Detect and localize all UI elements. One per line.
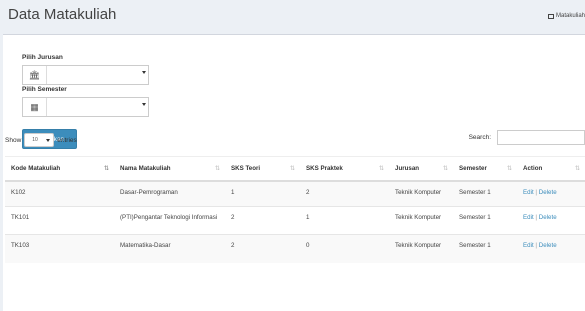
cell-jurusan: Teknik Komputer (389, 180, 453, 207)
cell-semester: Semester 1 (453, 180, 517, 207)
table-row: TK103 Matematika-Dasar 2 0 Teknik Komput… (5, 234, 585, 263)
jurusan-select[interactable]: 🏛 (22, 65, 149, 85)
matakuliah-table: Kode Matakuliah ⇅ Nama Matakuliah ⇅ SKS Te… (5, 156, 585, 263)
cell-action: Edit | Delete (517, 234, 585, 263)
edit-link[interactable]: Edit (523, 189, 534, 196)
edit-link[interactable]: Edit (523, 214, 534, 221)
delete-link[interactable]: Delete (539, 214, 557, 221)
sort-icon: ⇅ (574, 166, 580, 172)
breadcrumb[interactable]: Matakuliah (547, 13, 585, 19)
table-search: Search: (469, 130, 585, 145)
cell-sks-praktek: 2 (300, 180, 389, 207)
column-header-action[interactable]: Action ⇅ (517, 156, 585, 182)
page-title: Data Matakuliah (8, 6, 117, 23)
breadcrumb-item[interactable]: Matakuliah (556, 13, 585, 19)
column-header-jurusan[interactable]: Jurusan ⇅ (389, 156, 453, 182)
cell-kode: TK101 (5, 206, 114, 235)
page-length-select[interactable]: 10 (24, 133, 55, 147)
action-separator: | (535, 188, 538, 196)
sort-icon: ⇅ (214, 166, 220, 172)
jurusan-select-value[interactable] (47, 66, 148, 84)
action-separator: | (535, 214, 538, 221)
sort-icon: ⇅ (289, 166, 295, 172)
cell-sks-praktek: 0 (300, 234, 389, 263)
column-header-nama[interactable]: Nama Matakuliah ⇅ (114, 156, 225, 182)
search-input[interactable] (497, 130, 585, 145)
column-header-kode[interactable]: Kode Matakuliah ⇅ (5, 156, 114, 182)
delete-link[interactable]: Delete (539, 242, 557, 249)
table-length-control: Show 10 entries (5, 133, 77, 147)
semester-select[interactable]: ▦ (22, 97, 149, 117)
cell-sks-teori: 2 (225, 206, 300, 235)
cell-semester: Semester 1 (453, 234, 517, 263)
cell-semester: Semester 1 (453, 206, 517, 235)
sort-icon: ⇅ (442, 166, 448, 172)
cell-kode: K102 (5, 180, 114, 207)
sort-icon: ⇅ (506, 166, 512, 172)
search-label: Search: (468, 134, 491, 141)
cell-nama: Matematika-Dasar (114, 234, 225, 263)
calendar-icon: ▦ (23, 98, 47, 116)
bank-icon: 🏛 (23, 66, 47, 84)
cell-sks-teori: 2 (225, 234, 300, 263)
cell-action: Edit | Delete (517, 180, 585, 207)
semester-select-value[interactable] (47, 98, 148, 116)
chevron-down-icon (142, 71, 146, 74)
sort-icon: ⇅ (378, 166, 384, 172)
column-header-sks-praktek[interactable]: SKS Praktek ⇅ (300, 156, 389, 182)
table-row: TK101 (PTI)Pengantar Teknologi Informasi… (5, 206, 585, 235)
cell-nama: Dasar-Pemrograman (114, 180, 225, 207)
jurusan-label: Pilih Jurusan (22, 54, 63, 61)
action-separator: | (535, 242, 538, 249)
chevron-down-icon (142, 103, 146, 106)
cell-action: Edit | Delete (517, 206, 585, 235)
delete-link[interactable]: Delete (539, 189, 557, 196)
cell-sks-praktek: 1 (300, 206, 389, 235)
chevron-down-icon (46, 139, 51, 142)
table-header-row: Kode Matakuliah ⇅ Nama Matakuliah ⇅ SKS Te… (5, 156, 585, 182)
table-row: K102 Dasar-Pemrograman 1 2 Teknik Komput… (5, 180, 585, 207)
cell-sks-teori: 1 (225, 180, 300, 207)
page-length-value: 10 (32, 137, 38, 143)
cell-jurusan: Teknik Komputer (389, 234, 453, 263)
column-header-semester[interactable]: Semester ⇅ (453, 156, 517, 182)
semester-label: Pilih Semester (22, 86, 67, 93)
edit-link[interactable]: Edit (523, 242, 534, 249)
column-header-sks-teori[interactable]: SKS Teori ⇅ (225, 156, 300, 182)
cell-jurusan: Teknik Komputer (389, 206, 453, 235)
sort-icon: ⇅ (103, 166, 109, 172)
show-label: Show (5, 136, 22, 144)
dashboard-icon (547, 13, 554, 19)
cell-nama: (PTI)Pengantar Teknologi Informasi (114, 206, 225, 235)
cell-kode: TK103 (5, 234, 114, 263)
entries-label: entries (57, 136, 77, 144)
page-header: Data Matakuliah Matakuliah (0, 0, 585, 32)
